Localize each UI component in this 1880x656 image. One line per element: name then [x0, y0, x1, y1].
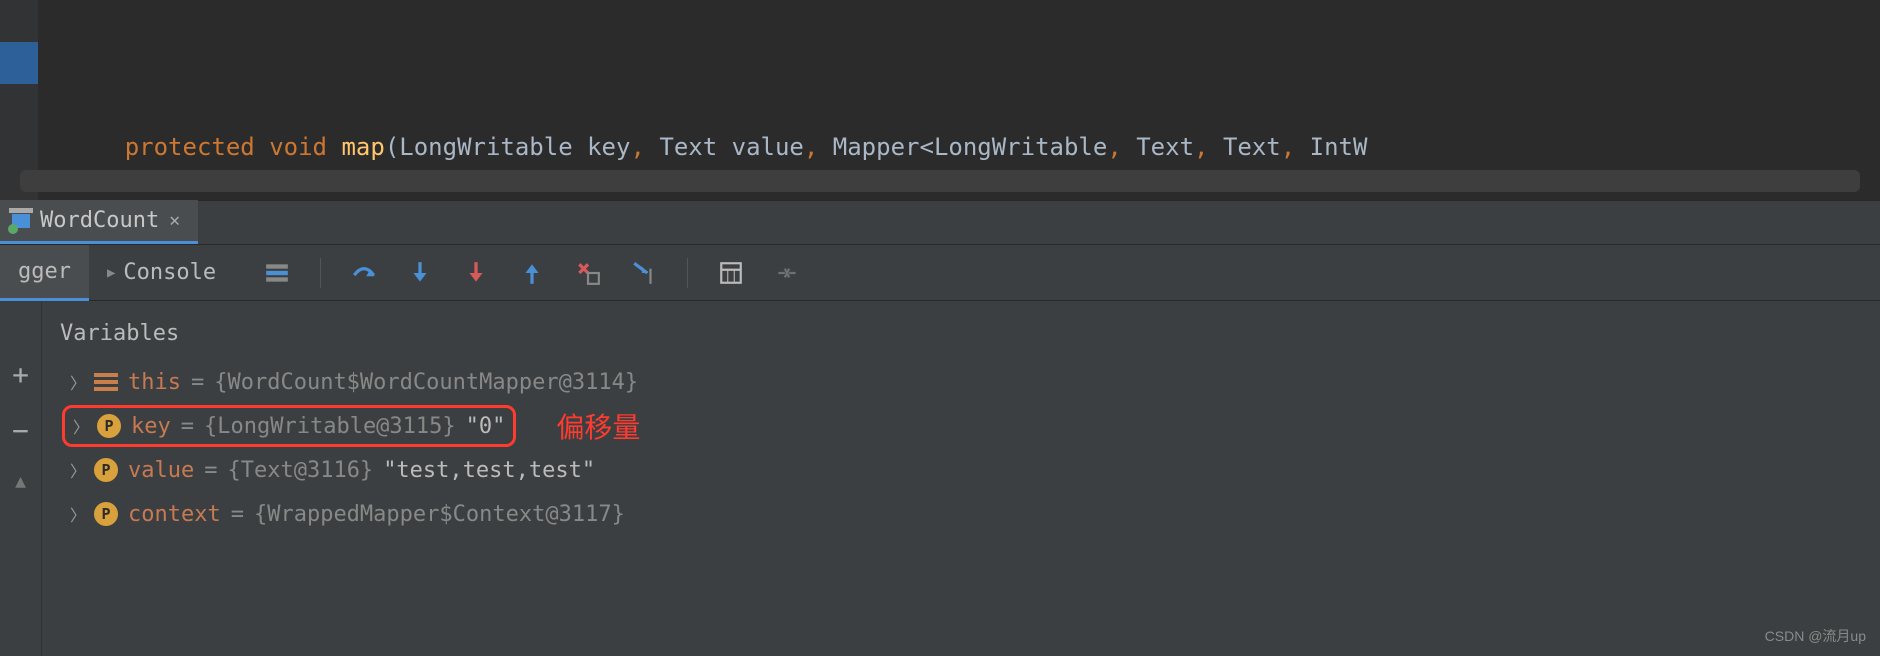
- annotation-text: 偏移量: [556, 406, 640, 446]
- add-watch-icon[interactable]: +: [12, 361, 29, 389]
- watermark: CSDN @流月up: [1765, 626, 1866, 646]
- keyword-void: void: [269, 133, 327, 161]
- move-up-icon[interactable]: ▲: [15, 473, 26, 491]
- method-name: map: [341, 133, 384, 161]
- step-out-icon[interactable]: [519, 260, 545, 286]
- evaluate-icon[interactable]: [718, 260, 744, 286]
- tab-debugger[interactable]: gger: [0, 245, 89, 301]
- highlight-box: 〉 P key = {LongWritable@3115} "0": [62, 405, 516, 447]
- variables-view[interactable]: Variables 〉 this = {WordCount$WordCountM…: [42, 301, 1880, 656]
- run-config-tabs: WordCount ✕: [0, 201, 1880, 245]
- object-icon: [94, 373, 118, 391]
- debugger-toolbar: gger ▶ Console: [0, 245, 1880, 301]
- parameter-icon: P: [94, 458, 118, 482]
- variables-title: Variables: [56, 315, 1880, 360]
- remove-watch-icon[interactable]: −: [12, 417, 29, 445]
- run-tab-wordcount[interactable]: WordCount ✕: [0, 200, 198, 244]
- chevron-right-icon: ▶: [107, 265, 115, 281]
- stack-icon[interactable]: [264, 260, 290, 286]
- application-icon: [12, 214, 30, 228]
- gutter-highlight: [0, 42, 38, 84]
- step-into-icon[interactable]: [407, 260, 433, 286]
- chevron-right-icon[interactable]: 〉: [73, 414, 87, 438]
- chevron-right-icon[interactable]: 〉: [70, 502, 84, 526]
- tab-console[interactable]: ▶ Console: [89, 245, 234, 300]
- horizontal-scrollbar[interactable]: [20, 170, 1860, 192]
- force-step-into-icon[interactable]: [463, 260, 489, 286]
- run-tab-label: WordCount: [40, 208, 159, 233]
- watch-toolbar: + − ▲: [0, 301, 42, 656]
- close-icon[interactable]: ✕: [169, 210, 180, 231]
- code-line-1: protected void map(LongWritable key, Tex…: [38, 84, 1880, 126]
- chevron-right-icon[interactable]: 〉: [70, 370, 84, 394]
- debug-panel: WordCount ✕ gger ▶ Console: [0, 200, 1880, 656]
- parameter-icon: P: [97, 414, 121, 438]
- parameter-icon: P: [94, 502, 118, 526]
- variable-row-key[interactable]: 〉 P key = {LongWritable@3115} "0" 偏移量: [56, 404, 1880, 448]
- variable-row-context[interactable]: 〉 P context = {WrappedMapper$Context@311…: [56, 492, 1880, 536]
- run-to-cursor-icon[interactable]: [631, 260, 657, 286]
- code-editor[interactable]: protected void map(LongWritable key, Tex…: [0, 0, 1880, 200]
- trace-icon[interactable]: [774, 260, 800, 286]
- drop-frame-icon[interactable]: [575, 260, 601, 286]
- variable-row-value[interactable]: 〉 P value = {Text@3116} "test,test,test": [56, 448, 1880, 492]
- keyword-protected: protected: [125, 133, 255, 161]
- chevron-right-icon[interactable]: 〉: [70, 458, 84, 482]
- step-over-icon[interactable]: [351, 260, 377, 286]
- variable-row-this[interactable]: 〉 this = {WordCount$WordCountMapper@3114…: [56, 360, 1880, 404]
